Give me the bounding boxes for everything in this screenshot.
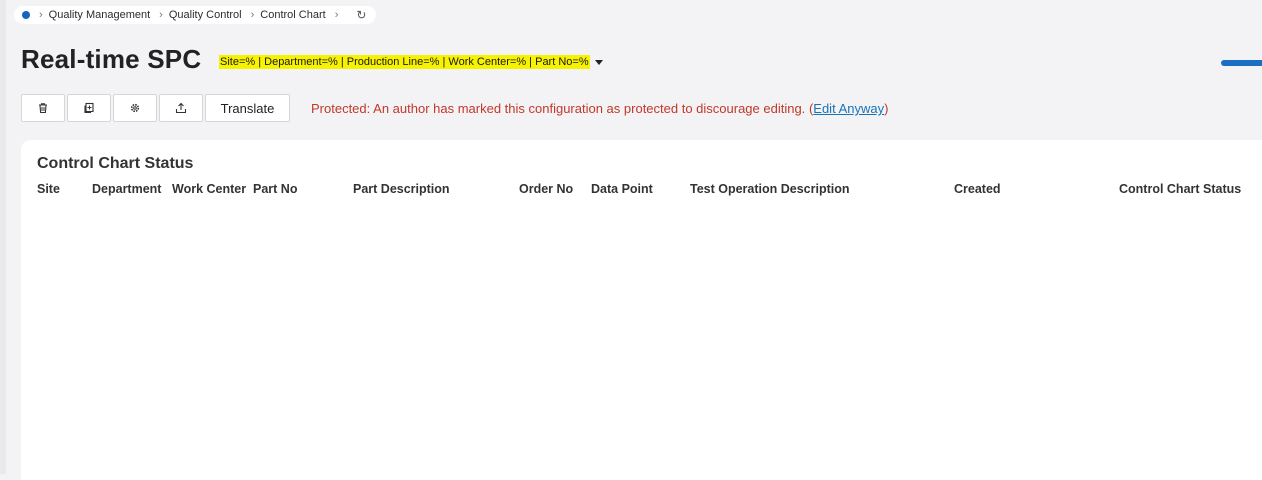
page-title: Real-time SPC — [21, 44, 202, 74]
breadcrumb-item-control-chart[interactable]: Control Chart — [260, 9, 325, 21]
filter-text: Site=% | Department=% | Production Line=… — [219, 55, 590, 69]
refresh-icon[interactable]: ↻ — [356, 9, 366, 21]
home-icon[interactable] — [22, 11, 30, 19]
chevron-right-icon: › — [250, 9, 255, 21]
gear-icon — [130, 103, 140, 113]
column-header-data-point[interactable]: Data Point — [591, 182, 653, 196]
export-button[interactable] — [159, 94, 203, 122]
left-edge — [0, 0, 6, 474]
column-header-created[interactable]: Created — [954, 182, 1001, 196]
column-header-work-center[interactable]: Work Center — [172, 182, 246, 196]
column-header-department[interactable]: Department — [92, 182, 161, 196]
column-header-site[interactable]: Site — [37, 182, 60, 196]
chevron-right-icon: › — [159, 9, 163, 21]
column-header-part-description[interactable]: Part Description — [353, 182, 450, 196]
column-header-control-chart-status[interactable]: Control Chart Status — [1119, 182, 1241, 196]
caret-down-icon — [594, 59, 603, 65]
protected-message: Protected: An author has marked this con… — [311, 101, 806, 116]
breadcrumb: › Quality Management › Quality Control ›… — [14, 6, 377, 24]
chevron-right-icon: › — [334, 9, 339, 21]
toolbar: Translate — [21, 94, 292, 122]
column-header-part-no[interactable]: Part No — [253, 182, 297, 196]
column-header-order-no[interactable]: Order No — [519, 182, 573, 196]
breadcrumb-item-quality-management[interactable]: Quality Management — [49, 9, 151, 21]
export-icon — [175, 102, 187, 114]
progress-indicator — [1221, 60, 1262, 66]
duplicate-button[interactable] — [67, 94, 111, 122]
filter-selector[interactable]: Site=% | Department=% | Production Line=… — [219, 55, 603, 69]
translate-button[interactable]: Translate — [205, 94, 290, 122]
column-header-test-operation-description[interactable]: Test Operation Description — [690, 182, 850, 196]
protected-notice: Protected: An author has marked this con… — [311, 101, 888, 116]
trash-icon — [39, 103, 47, 114]
settings-button[interactable] — [113, 94, 157, 122]
panel-title: Control Chart Status — [37, 155, 194, 172]
edit-anyway-link[interactable]: Edit Anyway — [813, 101, 884, 116]
delete-button[interactable] — [21, 94, 65, 122]
duplicate-icon — [84, 102, 94, 114]
chevron-right-icon: › — [39, 9, 43, 21]
edit-anyway-close: ) — [884, 101, 889, 116]
breadcrumb-item-quality-control[interactable]: Quality Control — [169, 9, 242, 21]
control-chart-status-panel: Control Chart Status Site Department Wor… — [21, 140, 1262, 480]
